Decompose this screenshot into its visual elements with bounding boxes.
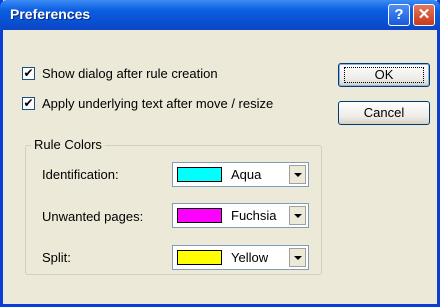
checkmark-icon: ✔ bbox=[23, 95, 34, 110]
chevron-down-icon[interactable] bbox=[289, 165, 306, 184]
unwanted-pages-color-select[interactable]: Fuchsia bbox=[172, 203, 309, 228]
identification-color-select[interactable]: Aqua bbox=[172, 162, 309, 187]
dialog-title: Preferences bbox=[10, 6, 91, 22]
fuchsia-swatch bbox=[177, 208, 222, 223]
cancel-button-label: Cancel bbox=[363, 105, 405, 120]
show-dialog-option[interactable]: ✔ Show dialog after rule creation bbox=[22, 64, 218, 82]
help-button[interactable]: ? bbox=[388, 4, 410, 26]
identification-label: Identification: bbox=[42, 167, 119, 182]
ok-button-label: OK bbox=[343, 67, 425, 83]
preferences-dialog: Preferences ? ✕ ✔ Show dialog after rule… bbox=[0, 0, 440, 307]
show-dialog-checkbox[interactable]: ✔ bbox=[22, 65, 35, 80]
help-icon: ? bbox=[394, 6, 404, 23]
apply-text-option[interactable]: ✔ Apply underlying text after move / res… bbox=[22, 94, 273, 112]
rule-colors-title: Rule Colors bbox=[31, 137, 105, 152]
unwanted-pages-label: Unwanted pages: bbox=[42, 209, 144, 224]
aqua-swatch bbox=[177, 167, 222, 182]
apply-text-checkbox[interactable]: ✔ bbox=[22, 95, 35, 110]
close-icon: ✕ bbox=[417, 6, 431, 23]
chevron-down-icon[interactable] bbox=[289, 206, 306, 225]
title-bar[interactable]: Preferences ? ✕ bbox=[0, 0, 440, 30]
cancel-button[interactable]: Cancel bbox=[338, 101, 430, 125]
split-value: Yellow bbox=[231, 250, 269, 265]
yellow-swatch bbox=[177, 250, 222, 265]
identification-value: Aqua bbox=[231, 167, 262, 182]
apply-text-label: Apply underlying text after move / resiz… bbox=[42, 95, 274, 111]
ok-button[interactable]: OK bbox=[338, 63, 430, 87]
unwanted-pages-value: Fuchsia bbox=[231, 208, 277, 223]
chevron-down-icon[interactable] bbox=[289, 248, 306, 267]
checkmark-icon: ✔ bbox=[23, 65, 34, 80]
show-dialog-label: Show dialog after rule creation bbox=[42, 65, 218, 81]
close-button[interactable]: ✕ bbox=[413, 4, 435, 26]
split-color-select[interactable]: Yellow bbox=[172, 245, 309, 270]
split-label: Split: bbox=[42, 250, 71, 265]
